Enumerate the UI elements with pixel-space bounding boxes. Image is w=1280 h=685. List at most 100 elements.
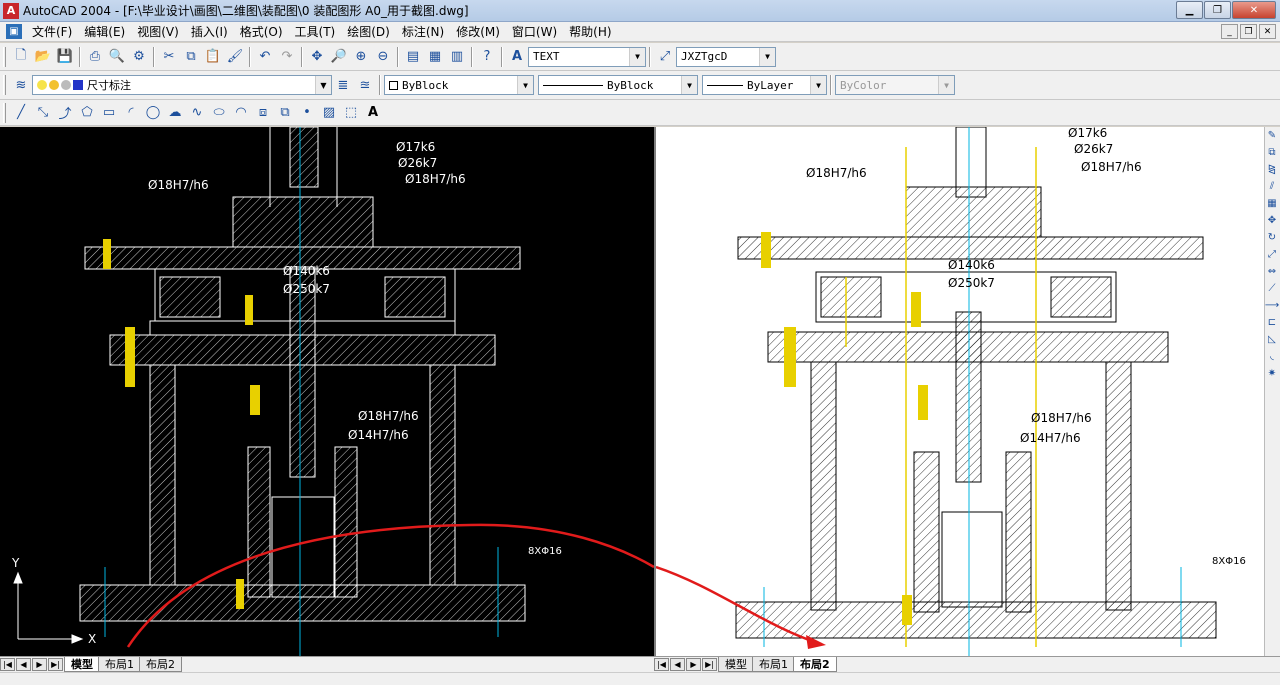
fillet-icon[interactable]: ◟ — [1265, 348, 1279, 365]
menu-modify[interactable]: 修改(M) — [450, 23, 506, 40]
zoom-previous-icon[interactable]: ⊖ — [372, 46, 394, 68]
last-tab-icon[interactable]: ▶| — [48, 658, 63, 671]
layer-select[interactable]: 尺寸标注 ▼ — [32, 75, 332, 95]
menu-tools[interactable]: 工具(T) — [289, 23, 342, 40]
print-icon[interactable]: ⎙ — [84, 46, 106, 68]
doc-close-button[interactable]: ✕ — [1259, 24, 1276, 39]
menu-view[interactable]: 视图(V) — [131, 23, 185, 40]
next-tab-icon[interactable]: ▶ — [32, 658, 47, 671]
text-style-icon[interactable]: A — [506, 46, 528, 68]
stretch-icon[interactable]: ⇔ — [1265, 263, 1279, 280]
plot-preview-icon[interactable]: 🔍 — [106, 46, 128, 68]
lineweight-select[interactable]: ByLayer ▼ — [702, 75, 827, 95]
dim-style-icon[interactable]: ⤢ — [654, 46, 676, 68]
copy-object-icon[interactable]: ⧉ — [1265, 144, 1279, 161]
line-icon[interactable]: ╱ — [10, 102, 32, 124]
insert-block-icon[interactable]: ⧈ — [252, 102, 274, 124]
construction-line-icon[interactable]: ⤡ — [32, 102, 54, 124]
ellipse-arc-icon[interactable]: ◠ — [230, 102, 252, 124]
dim-style-select[interactable]: JXZTgcD ▼ — [676, 46, 776, 67]
region-icon[interactable]: ⬚ — [340, 102, 362, 124]
next-tab-icon[interactable]: ▶ — [686, 658, 701, 671]
extend-icon[interactable]: ⟶ — [1265, 297, 1279, 314]
new-file-icon[interactable]: 🗋 — [10, 46, 32, 68]
minimize-button[interactable]: ▁ — [1176, 1, 1203, 19]
offset-icon[interactable]: ⫽ — [1265, 178, 1279, 195]
make-block-icon[interactable]: ⧉ — [274, 102, 296, 124]
match-properties-icon[interactable]: 🖌 — [224, 46, 246, 68]
save-icon[interactable]: 💾 — [54, 46, 76, 68]
open-file-icon[interactable]: 📂 — [32, 46, 54, 68]
tab-layout1[interactable]: 布局1 — [98, 657, 141, 672]
rectangle-icon[interactable]: ▭ — [98, 102, 120, 124]
redo-icon[interactable]: ↷ — [276, 46, 298, 68]
linetype-select[interactable]: ByBlock ▼ — [538, 75, 698, 95]
tab-model[interactable]: 模型 — [718, 657, 754, 672]
copy-icon[interactable]: ⧉ — [180, 46, 202, 68]
break-icon[interactable]: ⊏ — [1265, 314, 1279, 331]
last-tab-icon[interactable]: ▶| — [702, 658, 717, 671]
multiline-text-icon[interactable]: A — [362, 102, 384, 124]
tab-model[interactable]: 模型 — [64, 657, 100, 672]
spline-icon[interactable]: ∿ — [186, 102, 208, 124]
tab-layout1[interactable]: 布局1 — [752, 657, 795, 672]
pan-icon[interactable]: ✥ — [306, 46, 328, 68]
menu-insert[interactable]: 插入(I) — [185, 23, 234, 40]
design-center-icon[interactable]: ▦ — [424, 46, 446, 68]
menu-window[interactable]: 窗口(W) — [506, 23, 563, 40]
doc-minimize-button[interactable]: _ — [1221, 24, 1238, 39]
text-style-select[interactable]: TEXT ▼ — [528, 46, 646, 67]
restore-button[interactable]: ❐ — [1204, 1, 1231, 19]
menu-file[interactable]: 文件(F) — [26, 23, 78, 40]
scale-icon[interactable]: ⤢ — [1265, 246, 1279, 263]
trim-icon[interactable]: ⟋ — [1265, 280, 1279, 297]
tool-palettes-icon[interactable]: ▥ — [446, 46, 468, 68]
move-icon[interactable]: ✥ — [1265, 212, 1279, 229]
explode-icon[interactable]: ✷ — [1265, 365, 1279, 382]
properties-icon[interactable]: ▤ — [402, 46, 424, 68]
first-tab-icon[interactable]: |◀ — [654, 658, 669, 671]
menu-help[interactable]: 帮助(H) — [563, 23, 617, 40]
first-tab-icon[interactable]: |◀ — [0, 658, 15, 671]
close-button[interactable]: ✕ — [1232, 1, 1276, 19]
color-select[interactable]: ByBlock ▼ — [384, 75, 534, 95]
doc-restore-button[interactable]: ❐ — [1240, 24, 1257, 39]
layer-manager-icon[interactable]: ≋ — [10, 74, 32, 96]
toolbar-grip[interactable] — [3, 102, 6, 123]
toolbar-grip[interactable] — [3, 46, 6, 67]
publish-icon[interactable]: ⚙ — [128, 46, 150, 68]
mirror-icon[interactable]: ⧎ — [1265, 161, 1279, 178]
menu-format[interactable]: 格式(O) — [234, 23, 289, 40]
layer-previous-icon[interactable]: ≊ — [354, 74, 376, 96]
revision-cloud-icon[interactable]: ☁ — [164, 102, 186, 124]
menu-dimension[interactable]: 标注(N) — [396, 23, 450, 40]
document-icon[interactable]: ▣ — [6, 24, 22, 39]
undo-icon[interactable]: ↶ — [254, 46, 276, 68]
paste-icon[interactable]: 📋 — [202, 46, 224, 68]
zoom-realtime-icon[interactable]: 🔎 — [328, 46, 350, 68]
array-icon[interactable]: ▦ — [1265, 195, 1279, 212]
rotate-icon[interactable]: ↻ — [1265, 229, 1279, 246]
polygon-icon[interactable]: ⬠ — [76, 102, 98, 124]
ellipse-icon[interactable]: ⬭ — [208, 102, 230, 124]
arc-icon[interactable]: ◜ — [120, 102, 142, 124]
tab-layout2[interactable]: 布局2 — [793, 657, 837, 672]
circle-icon[interactable]: ◯ — [142, 102, 164, 124]
model-space-viewport[interactable]: Ø17k6 Ø26k7 Ø18H7/h6 Ø18H7/h6 Ø140k6 Ø25… — [0, 127, 654, 656]
toolbar-grip[interactable] — [3, 75, 6, 95]
cut-icon[interactable]: ✂ — [158, 46, 180, 68]
prev-tab-icon[interactable]: ◀ — [16, 658, 31, 671]
polyline-icon[interactable]: ⤴ — [54, 102, 76, 124]
make-layer-current-icon[interactable]: ≣ — [332, 74, 354, 96]
hatch-icon[interactable]: ▨ — [318, 102, 340, 124]
zoom-window-icon[interactable]: ⊕ — [350, 46, 372, 68]
tab-layout2[interactable]: 布局2 — [139, 657, 182, 672]
layout-viewport[interactable]: Ø17k6 Ø26k7 Ø18H7/h6 Ø18H7/h6 Ø140k6 Ø25… — [654, 127, 1264, 656]
point-icon[interactable]: • — [296, 102, 318, 124]
menu-draw[interactable]: 绘图(D) — [341, 23, 396, 40]
chamfer-icon[interactable]: ◺ — [1265, 331, 1279, 348]
prev-tab-icon[interactable]: ◀ — [670, 658, 685, 671]
erase-icon[interactable]: ✎ — [1265, 127, 1279, 144]
menu-edit[interactable]: 编辑(E) — [78, 23, 131, 40]
help-icon[interactable]: ? — [476, 46, 498, 68]
